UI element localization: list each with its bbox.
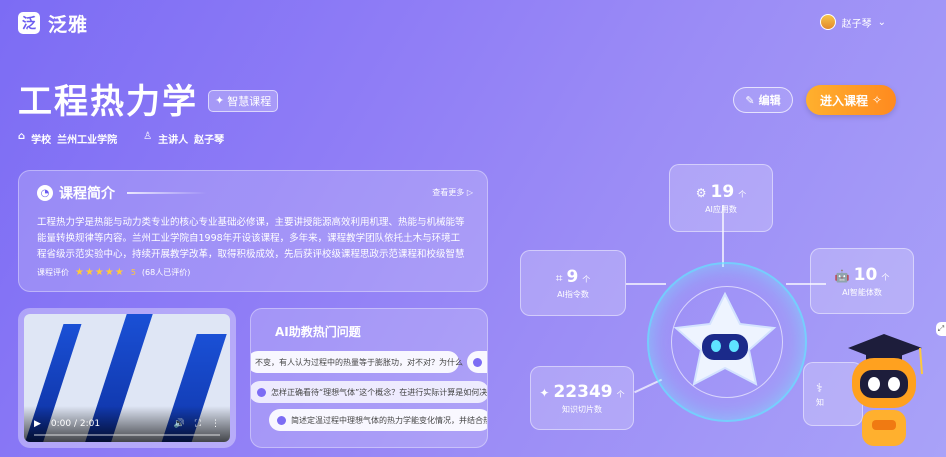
chat-bubble-icon bbox=[257, 387, 266, 397]
user-name: 赵子琴 bbox=[841, 18, 872, 30]
top-bar: 泛 泛雅 赵子琴 ⌄ bbox=[0, 0, 946, 46]
sparkle-icon: ✦ bbox=[215, 94, 225, 107]
intro-text: 工程热力学是热能与动力类专业的核心专业基础必修课，主要讲授能源高效利用机理、热能… bbox=[37, 217, 465, 260]
rating-stars: ★★★★★ bbox=[75, 267, 125, 278]
faq-question[interactable]: 简述定温过程中理想气体的热力学能变化情况，并结合热 bbox=[269, 409, 487, 431]
lecturer-info: ♙ 主讲人 赵子琴 bbox=[143, 131, 225, 146]
brand-logo[interactable]: 泛 泛雅 bbox=[18, 10, 88, 37]
view-more-link[interactable]: 查看更多 ▷ bbox=[432, 187, 473, 198]
video-time: 0:00 / 2:01 bbox=[50, 419, 101, 429]
logo-icon: 泛 bbox=[18, 12, 40, 34]
video-card: ▶ 0:00 / 2:01 🔊 ⛶ ⋮ bbox=[18, 308, 236, 448]
intro-header: ◔ 课程简介 bbox=[37, 183, 469, 203]
chart-icon: ◔ bbox=[37, 185, 53, 201]
course-title-row: 工程热力学 ✦ 智慧课程 bbox=[18, 74, 279, 123]
pencil-icon: ✎ bbox=[745, 93, 755, 107]
school-icon: ⌂ bbox=[18, 131, 26, 142]
chat-bubble-icon bbox=[277, 415, 286, 425]
course-rating: 课程评价 ★★★★★ 5 (68人已评价) bbox=[37, 267, 191, 278]
expand-panel-icon[interactable]: ⤢ bbox=[936, 322, 946, 336]
review-count: (68人已评价) bbox=[141, 268, 191, 277]
connector-line bbox=[626, 283, 666, 285]
robot-icon: 🤖 bbox=[834, 268, 850, 283]
instruction-icon: ⌗ bbox=[555, 270, 563, 285]
smart-course-badge: ✦ 智慧课程 bbox=[208, 89, 279, 112]
more-icon[interactable]: ⋮ bbox=[211, 419, 220, 429]
decorative-line bbox=[127, 192, 207, 194]
video-controls: ▶ 0:00 / 2:01 🔊 ⛶ ⋮ bbox=[24, 406, 230, 442]
faq-question[interactable] bbox=[467, 351, 487, 373]
node-icon: ⚕ bbox=[816, 380, 823, 395]
slice-icon: ✦ bbox=[539, 385, 550, 400]
edit-button[interactable]: ✎ 编辑 bbox=[733, 87, 793, 113]
user-menu[interactable]: 赵子琴 ⌄ bbox=[819, 14, 886, 30]
course-meta: ⌂ 学校 兰州工业学院 ♙ 主讲人 赵子琴 bbox=[18, 131, 224, 146]
graduate-mascot[interactable] bbox=[838, 330, 930, 452]
video-player[interactable]: ▶ 0:00 / 2:01 🔊 ⛶ ⋮ bbox=[24, 314, 230, 442]
play-icon[interactable]: ▶ bbox=[34, 419, 41, 429]
gear-icon: ⚙ bbox=[695, 185, 707, 200]
chevron-down-icon: ⌄ bbox=[877, 16, 886, 28]
stat-ai-instructions[interactable]: ⌗ 9 个 AI指令数 bbox=[520, 250, 626, 316]
page-title: 工程热力学 bbox=[18, 82, 198, 122]
brand-name: 泛雅 bbox=[48, 13, 89, 36]
sparkle-icon: ✧ bbox=[871, 93, 883, 107]
volume-icon[interactable]: 🔊 bbox=[173, 419, 184, 429]
faq-title: AI助教热门问题 bbox=[275, 325, 361, 339]
course-intro-card: ◔ 课程简介 查看更多 ▷ 工程热力学是热能与动力类专业的核心专业基础必修课，主… bbox=[18, 170, 488, 292]
enter-course-button[interactable]: 进入课程 ✧ bbox=[806, 85, 896, 115]
faq-question[interactable]: 不变，有人认为过程中的热量等于膨胀功，对不对？为什么 bbox=[251, 351, 463, 373]
person-icon: ♙ bbox=[143, 131, 153, 142]
stat-knowledge-slices[interactable]: ✦ 22349 个 知识切片数 bbox=[530, 366, 634, 430]
stat-ai-apps[interactable]: ⚙ 19 个 AI应用数 bbox=[669, 164, 773, 232]
faq-question[interactable]: 怎样正确看待“理想气体”这个概念？在进行实际计算是如何决 bbox=[251, 381, 487, 403]
avatar bbox=[819, 14, 836, 30]
stat-ai-agents[interactable]: 🤖 10 个 AI智能体数 bbox=[810, 248, 914, 314]
fullscreen-icon[interactable]: ⛶ bbox=[195, 419, 201, 429]
intro-title: 课程简介 bbox=[59, 186, 115, 202]
school-info: ⌂ 学校 兰州工业学院 bbox=[18, 131, 118, 146]
star-robot-mascot bbox=[673, 291, 777, 386]
rating-score: 5 bbox=[130, 268, 136, 277]
video-progress-bar[interactable] bbox=[34, 434, 220, 436]
ai-faq-card: AI助教热门问题 不变，有人认为过程中的热量等于膨胀功，对不对？为什么 怎样正确… bbox=[250, 308, 488, 448]
chat-bubble-icon bbox=[473, 357, 482, 367]
